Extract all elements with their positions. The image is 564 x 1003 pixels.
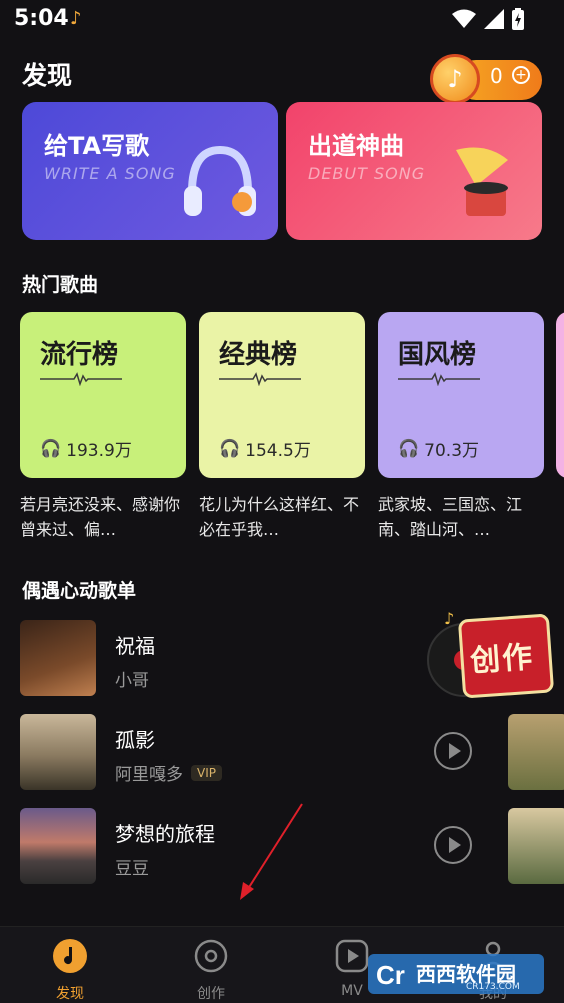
create-float-button[interactable]: ♪ 创作 (426, 609, 556, 700)
rank-card-plays: 🎧 154.5万 (219, 436, 311, 462)
play-count: 193.9万 (66, 441, 132, 461)
artist-name: 豆豆 (115, 859, 149, 879)
svg-text:Cr: Cr (376, 960, 405, 990)
song-cover-peek (508, 714, 564, 790)
rank-card-classic[interactable]: 经典榜 🎧 154.5万 (199, 312, 365, 478)
coin-count: 0 (490, 64, 503, 88)
watermark-sub: CR173.COM (466, 982, 520, 992)
page-title: 发现 (22, 61, 73, 90)
headphones-icon: 🎧 (398, 438, 420, 459)
headphones-icon: 🎧 (40, 438, 62, 459)
hot-songs-title: 热门歌曲 (22, 274, 99, 296)
watermark-logo: Cr 西西软件园 CR173.COM (368, 950, 544, 996)
signal-icon (484, 9, 504, 29)
song-cover (20, 808, 96, 884)
tab-label: 发现 (56, 986, 84, 1002)
add-coin-icon[interactable]: + (512, 66, 530, 84)
waveform-icon (40, 372, 122, 386)
gramophone-icon (456, 147, 508, 216)
svg-text:♪: ♪ (444, 610, 454, 628)
list-item[interactable]: 梦想的旅程 豆豆 (20, 808, 564, 884)
tab-discover[interactable]: 发现 (30, 939, 110, 1003)
headphones-icon (184, 145, 256, 216)
write-song-banner[interactable]: 给TA写歌 WRITE A SONG (22, 102, 278, 240)
song-artist: 阿里嘎多 VIP (115, 760, 222, 785)
rank-card-title: 流行榜 (40, 340, 119, 370)
tab-create[interactable]: 创作 (171, 939, 251, 1003)
banner-title: 给TA写歌 (44, 132, 150, 160)
record-icon (194, 939, 228, 973)
rank-card-title: 国风榜 (398, 340, 477, 370)
rank-card-guofeng[interactable]: 国风榜 🎧 70.3万 (378, 312, 544, 478)
banner-title: 出道神曲 (308, 132, 404, 160)
vip-badge: VIP (191, 764, 222, 781)
coin-music-icon: ♪ (430, 54, 480, 104)
create-float-label: 创作 (469, 639, 536, 680)
waveform-icon (398, 372, 480, 386)
rank-card-desc: 武家坡、三国恋、江南、踏山河、… (378, 495, 523, 539)
rank-card-plays: 🎧 70.3万 (398, 436, 480, 462)
playlist-title: 偶遇心动歌单 (22, 580, 137, 602)
play-button[interactable] (434, 826, 472, 864)
music-note-icon (53, 939, 87, 973)
rank-card-plays: 🎧 193.9万 (40, 436, 132, 462)
status-time: 5:04 (14, 6, 69, 31)
rank-card-title: 经典榜 (219, 340, 298, 370)
song-cover (20, 714, 96, 790)
song-artist: 小哥 (115, 666, 149, 691)
list-item[interactable]: 孤影 阿里嘎多 VIP (20, 714, 564, 790)
rank-card-partial[interactable] (556, 312, 564, 478)
song-title: 孤影 (115, 728, 155, 752)
play-count: 154.5万 (245, 441, 311, 461)
artist-name: 小哥 (115, 671, 149, 691)
wifi-icon (452, 9, 476, 28)
app-notification-icon: ♪ (70, 8, 82, 29)
play-count: 70.3万 (424, 441, 480, 461)
song-cover-peek (508, 808, 564, 884)
coin-balance-button[interactable]: ♪ 0 + (430, 54, 542, 104)
video-icon (335, 939, 369, 973)
debut-song-banner[interactable]: 出道神曲 DEBUT SONG (286, 102, 542, 240)
song-title: 祝福 (115, 634, 155, 658)
song-artist: 豆豆 (115, 854, 149, 879)
rank-card-desc: 若月亮还没来、感谢你曾来过、偏… (20, 495, 181, 539)
banner-subtitle: DEBUT SONG (308, 164, 426, 183)
rank-cards-row[interactable]: 流行榜 🎧 193.9万 若月亮还没来、感谢你曾来过、偏… 经典榜 🎧 154.… (20, 312, 564, 552)
banner-subtitle: WRITE A SONG (44, 164, 176, 183)
song-cover (20, 620, 96, 696)
rank-card-desc: 花儿为什么这样红、不必在乎我… (199, 495, 360, 539)
rank-card-pop[interactable]: 流行榜 🎧 193.9万 (20, 312, 186, 478)
tab-label: 创作 (197, 986, 225, 1002)
headphones-icon: 🎧 (219, 438, 241, 459)
play-button[interactable] (434, 732, 472, 770)
status-icons (452, 8, 524, 30)
waveform-icon (219, 372, 301, 386)
song-title: 梦想的旅程 (115, 822, 215, 846)
artist-name: 阿里嘎多 (115, 765, 183, 785)
status-bar: 5:04 ♪ (0, 0, 564, 40)
battery-icon (512, 8, 524, 30)
